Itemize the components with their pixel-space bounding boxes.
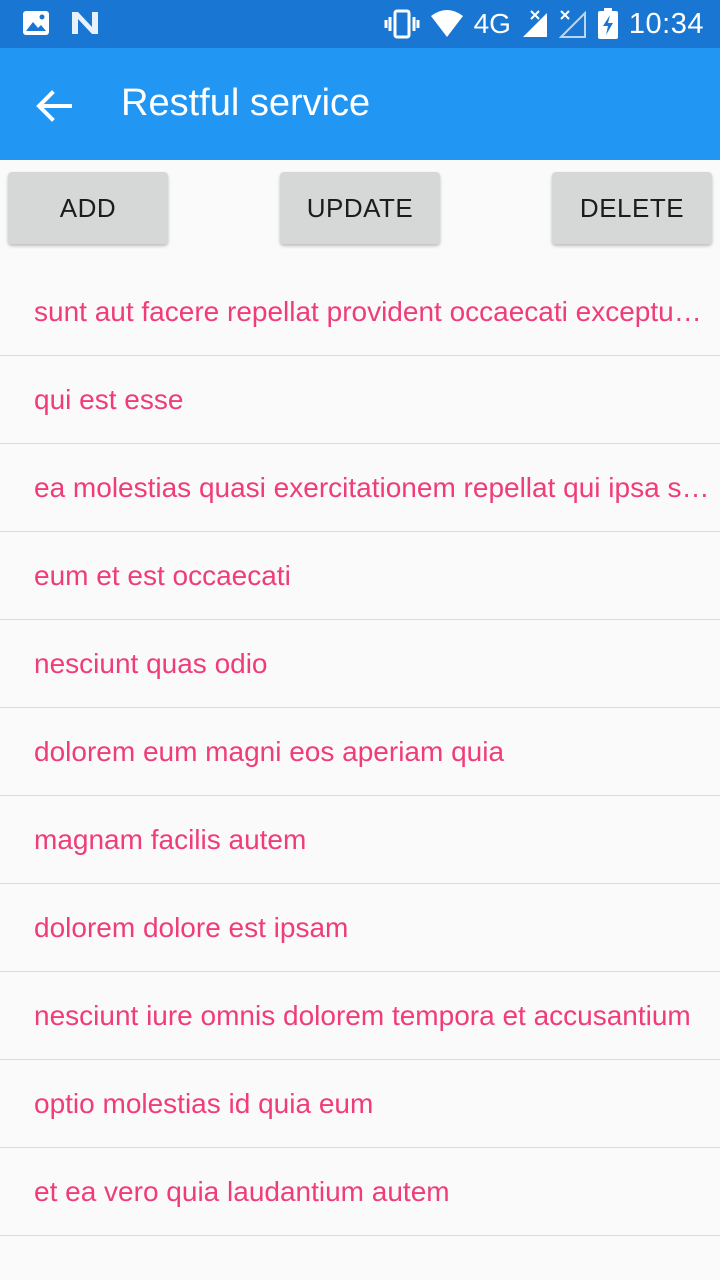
list-item[interactable]: nesciunt quas odio [0,620,720,708]
list-item-title: qui est esse [34,383,184,415]
page-title: Restful service [121,82,371,124]
battery-charging-icon [597,8,618,39]
list-item[interactable]: dolorem dolore est ipsam [0,884,720,972]
list-item-title: et ea vero quia laudantium autem [34,1175,450,1207]
list-item-title: magnam facilis autem [34,823,307,855]
network-type: 4G [473,8,511,39]
list-item-title: nesciunt quas odio [34,647,268,679]
list-item-title: dolorem eum magni eos aperiam quia [34,735,505,767]
list-item[interactable]: dolorem eum magni eos aperiam quia [0,708,720,796]
n-notification-icon [72,12,98,34]
list-item-title: optio molestias id quia eum [34,1087,374,1119]
post-list: sunt aut facere repellat provident occae… [0,268,720,1236]
list-item[interactable]: magnam facilis autem [0,796,720,884]
delete-button[interactable]: DELETE [552,172,712,244]
status-bar: 4G 10:34 [0,0,720,48]
signal-icon [522,10,547,37]
vibrate-icon [384,9,420,39]
wifi-icon [430,10,463,37]
list-item[interactable]: qui est esse [0,356,720,444]
clock: 10:34 [628,7,704,40]
status-bar-left [22,10,100,36]
list-item[interactable]: nesciunt iure omnis dolorem tempora et a… [0,972,720,1060]
list-item-title: dolorem dolore est ipsam [34,911,349,943]
list-item[interactable]: optio molestias id quia eum [0,1060,720,1148]
list-item-title: ea molestias quasi exercitationem repell… [34,471,710,503]
list-item[interactable]: eum et est occaecati [0,532,720,620]
arrow-back-icon[interactable] [34,86,74,126]
list-item[interactable]: sunt aut facere repellat provident occae… [0,268,720,356]
status-bar-right: 4G 10:34 [384,6,704,42]
update-button[interactable]: UPDATE [280,172,440,244]
list-item[interactable]: ea molestias quasi exercitationem repell… [0,444,720,532]
list-item-title: nesciunt iure omnis dolorem tempora et a… [34,999,691,1031]
list-item[interactable]: et ea vero quia laudantium autem [0,1148,720,1236]
image-icon [23,11,49,35]
app-bar: Restful service [0,48,720,160]
add-button[interactable]: ADD [8,172,168,244]
signal-x-icon [558,10,586,38]
list-item-title: sunt aut facere repellat provident occae… [34,295,710,327]
list-item-title: eum et est occaecati [34,559,291,591]
